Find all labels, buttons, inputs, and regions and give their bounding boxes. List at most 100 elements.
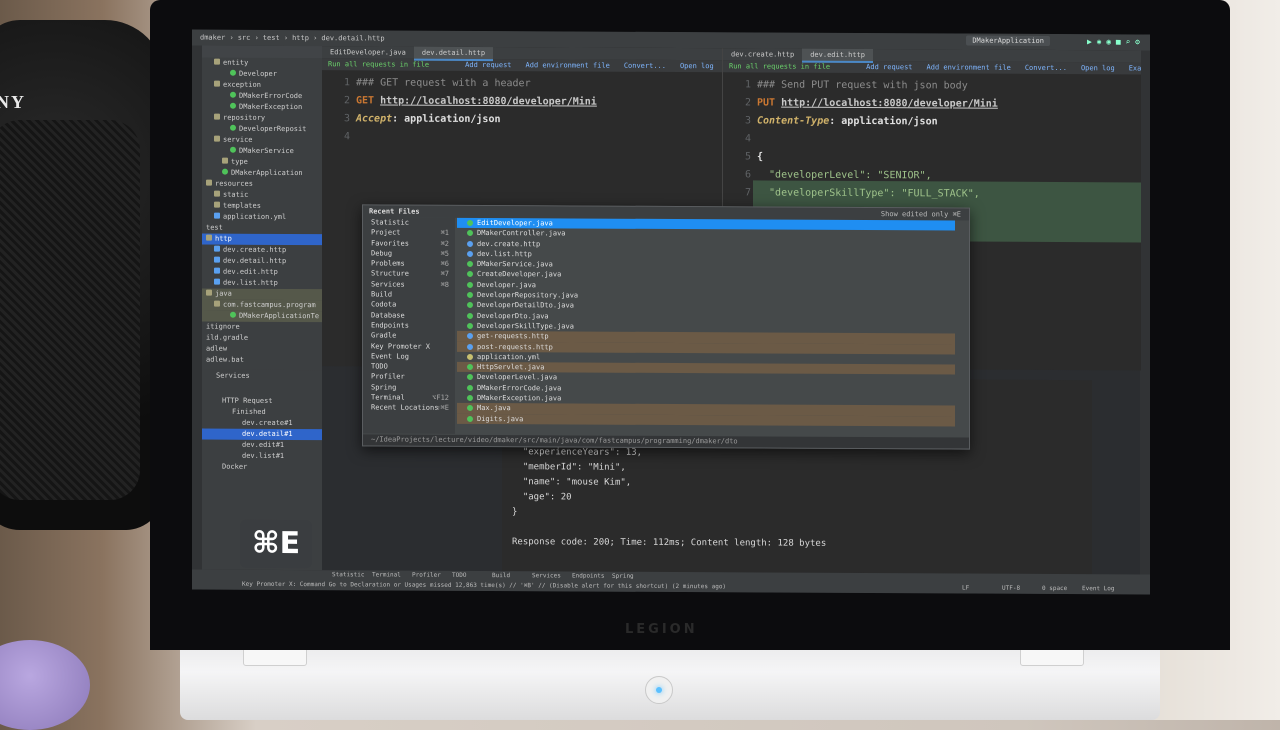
status-item[interactable]: Event Log <box>1082 584 1115 594</box>
tool-window-label: Statistic <box>371 218 409 227</box>
tree-item[interactable]: adlew.bat <box>202 355 322 367</box>
tool-window-item[interactable]: Build <box>363 289 455 300</box>
editor-action-link[interactable]: Run all requests in file <box>729 62 830 71</box>
tree-item[interactable]: repository <box>202 113 322 125</box>
tree-item[interactable]: dev.list.http <box>202 278 322 290</box>
tree-item[interactable]: exception <box>202 80 322 92</box>
recent-file-item[interactable]: Digits.java <box>457 413 955 427</box>
tree-item[interactable]: dev.detail.http <box>202 256 322 268</box>
bottom-tool-button[interactable]: Spring <box>612 572 634 582</box>
power-button[interactable] <box>645 676 673 704</box>
tree-item[interactable]: Developer <box>202 69 322 81</box>
tree-item[interactable]: java <box>202 288 322 301</box>
editor-action-link[interactable]: Add environment file <box>526 61 610 69</box>
tree-item[interactable]: DMakerApplicationTe <box>202 310 322 323</box>
tree-item[interactable]: test <box>202 223 322 235</box>
tool-window-item[interactable]: Recent Locations ⇧⌘E <box>363 403 455 414</box>
tree-item[interactable]: DMakerApplication <box>202 168 322 180</box>
service-item[interactable]: Finished <box>202 407 322 419</box>
file-icon <box>214 58 220 65</box>
editor-action-link[interactable]: Add request <box>866 63 912 71</box>
service-item[interactable]: dev.list#1 <box>202 451 322 463</box>
breadcrumb-item[interactable]: dev.detail.http <box>321 34 384 42</box>
recent-file-label: DeveloperRepository.java <box>477 291 579 300</box>
tree-item[interactable]: DMakerException <box>202 102 322 114</box>
run-configuration-select[interactable]: DMakerApplication <box>966 35 1050 46</box>
tool-window-item[interactable]: Key Promoter X <box>363 341 455 352</box>
tool-window-item[interactable]: Codota <box>363 300 455 311</box>
tree-item[interactable]: DMakerService <box>202 146 322 158</box>
bottom-tool-button[interactable]: Statistic <box>332 570 365 580</box>
service-item[interactable]: dev.detail#1 <box>202 428 322 441</box>
tool-window-item[interactable]: Profiler <box>363 372 455 383</box>
breadcrumb-item[interactable]: src › <box>238 34 259 42</box>
editor-action-link[interactable]: Open log <box>680 62 714 70</box>
tree-item[interactable]: entity <box>202 58 322 70</box>
file-icon <box>214 256 220 263</box>
status-item[interactable]: 0 space <box>1042 584 1067 594</box>
tool-window-item[interactable]: Favorites ⌘2 <box>363 238 455 249</box>
tool-window-item[interactable]: Spring <box>363 382 455 393</box>
project-panel-header <box>202 45 322 59</box>
bottom-tool-button[interactable]: Endpoints <box>572 571 605 581</box>
breadcrumb-item[interactable]: test › <box>263 34 288 42</box>
editor-tab[interactable]: dev.create.http <box>723 48 802 60</box>
service-item[interactable]: Docker <box>202 462 322 474</box>
tool-window-item[interactable]: Event Log <box>363 351 455 362</box>
tree-item[interactable]: DeveloperReposit <box>202 124 322 136</box>
response-line: "name": "mouse Kim", <box>512 477 632 488</box>
tree-item[interactable]: resources <box>202 179 322 191</box>
tool-window-item[interactable]: Terminal ⌥F12 <box>363 392 455 403</box>
editor-action-link[interactable]: Run all requests in file <box>328 60 429 69</box>
tree-item[interactable]: service <box>202 135 322 147</box>
tree-item[interactable]: adlew <box>202 344 322 356</box>
editor-action-link[interactable]: Add request <box>465 61 511 69</box>
file-icon <box>214 113 220 120</box>
response-line: } <box>512 507 518 518</box>
run-toolbar-icons[interactable]: ▶ ✱ ◉ ■ ⌕ ⚙ <box>1087 37 1140 46</box>
bottom-tool-button[interactable]: TODO <box>452 571 466 581</box>
show-edited-only-checkbox[interactable]: Show edited only ⌘E <box>881 210 961 218</box>
status-item[interactable]: LF <box>962 584 969 594</box>
editor-action-link[interactable]: Convert... <box>1025 64 1067 72</box>
service-item[interactable]: dev.create#1 <box>202 418 322 430</box>
tool-window-item[interactable]: Structure ⌘7 <box>363 269 455 280</box>
tree-item[interactable]: DMakerErrorCode <box>202 91 322 103</box>
service-item[interactable]: HTTP Request <box>202 396 322 408</box>
tool-window-item[interactable]: TODO <box>363 362 455 373</box>
tree-item[interactable]: ild.gradle <box>202 333 322 345</box>
tree-item[interactable]: itignore <box>202 322 322 334</box>
tool-window-item[interactable]: Endpoints <box>363 320 455 331</box>
code-line: ### GET request with a header <box>356 74 531 93</box>
tree-item[interactable]: templates <box>202 201 322 213</box>
tree-item[interactable]: type <box>202 157 322 169</box>
tree-item[interactable]: dev.create.http <box>202 245 322 257</box>
editor-action-link[interactable]: Convert... <box>624 62 666 70</box>
breadcrumb-item[interactable]: dmaker › <box>200 34 234 42</box>
service-item[interactable]: dev.edit#1 <box>202 440 322 452</box>
tree-item[interactable]: dev.edit.http <box>202 267 322 279</box>
tool-window-item[interactable]: Problems ⌘6 <box>363 259 455 270</box>
bottom-tool-button[interactable]: Profiler <box>412 571 441 581</box>
tool-window-item[interactable]: Services ⌘8 <box>363 279 455 290</box>
shortcut-label: ⌘6 <box>440 259 449 269</box>
tool-window-item[interactable]: Gradle <box>363 331 455 342</box>
status-item[interactable]: UTF-8 <box>1002 584 1020 594</box>
services-title: Services <box>216 371 250 380</box>
bottom-tool-button[interactable]: Services <box>532 571 561 581</box>
editor-tab[interactable]: EditDeveloper.java <box>322 46 414 58</box>
tree-item[interactable]: static <box>202 190 322 202</box>
tool-window-item[interactable]: Statistic <box>363 217 455 228</box>
bottom-tool-button[interactable]: Terminal <box>372 570 401 580</box>
bottom-tool-button[interactable]: Build <box>492 571 510 581</box>
editor-action-link[interactable]: Add environment file <box>927 63 1011 71</box>
tree-item[interactable]: http <box>202 233 322 246</box>
tool-window-item[interactable]: Database <box>363 310 455 321</box>
tool-window-item[interactable]: Project ⌘1 <box>363 228 455 239</box>
tree-item[interactable]: com.fastcampus.program <box>202 299 322 312</box>
editor-action-link[interactable]: Open log <box>1081 64 1115 72</box>
tree-item[interactable]: application.yml <box>202 212 322 224</box>
breadcrumb-item[interactable]: http › <box>292 34 317 42</box>
tool-window-item[interactable]: Debug ⌘5 <box>363 248 455 259</box>
editor-action-link[interactable]: Examples <box>1129 64 1141 72</box>
